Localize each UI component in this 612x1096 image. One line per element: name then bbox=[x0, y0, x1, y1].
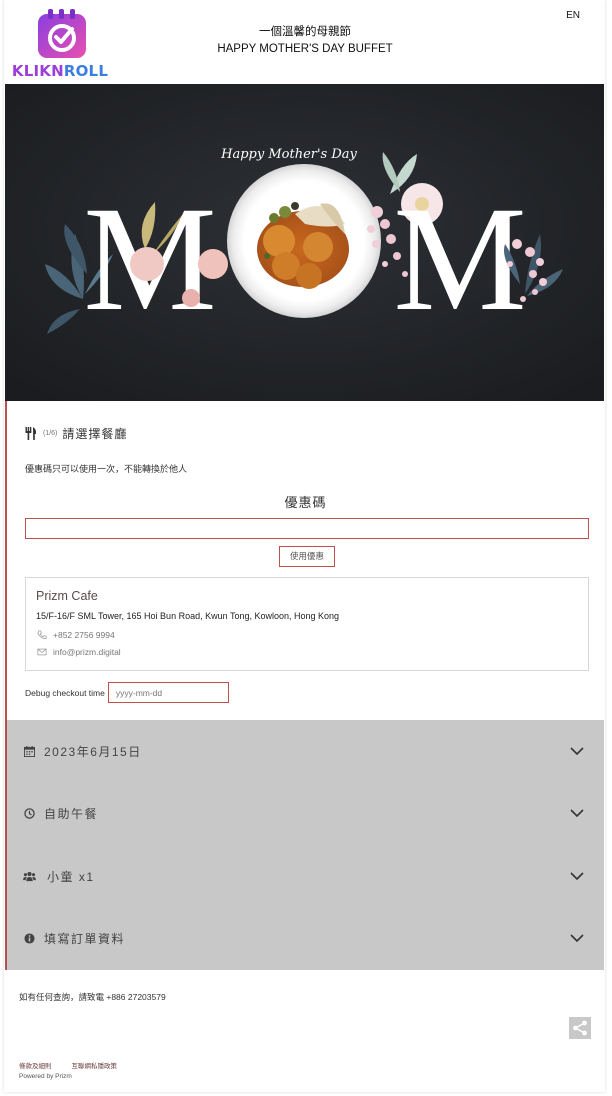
restaurant-name: Prizm Cafe bbox=[36, 589, 98, 603]
logo-wordmark-part1: KLIKN bbox=[11, 62, 64, 80]
pink-rose-decoration-2 bbox=[198, 249, 228, 279]
coupon-title: 優惠碼 bbox=[284, 495, 327, 510]
language-toggle[interactable]: EN bbox=[566, 10, 580, 21]
restaurant-email: info@prizm.digital bbox=[53, 647, 121, 657]
logo-wordmark-part2: ROLL bbox=[63, 62, 109, 80]
chevron-down-icon bbox=[570, 809, 584, 818]
info-icon bbox=[23, 932, 36, 945]
step-title: 請選擇餐廳 bbox=[62, 426, 128, 441]
restaurant-phone: +852 2756 9994 bbox=[53, 630, 115, 640]
clock-icon bbox=[23, 807, 36, 820]
restaurant-selection-panel: (1/6) 請選擇餐廳 優惠碼只可以使用一次，不能轉換於他人 優惠碼 使用優惠 … bbox=[5, 401, 604, 720]
footer-contact-info: 如有任何查詢，請致電 +886 27203579 bbox=[19, 992, 166, 1002]
apply-coupon-button[interactable]: 使用優惠 bbox=[279, 546, 335, 567]
header: KLIKNROLL 一個溫馨的母親節 HAPPY MOTHER'S DAY BU… bbox=[5, 0, 604, 84]
restaurant-email-row: info@prizm.digital bbox=[36, 647, 121, 657]
booking-page: KLIKNROLL 一個溫馨的母親節 HAPPY MOTHER'S DAY BU… bbox=[5, 0, 604, 1090]
restaurant-phone-row: +852 2756 9994 bbox=[36, 630, 115, 640]
restaurant-card[interactable]: Prizm Cafe 15/F-16/F SML Tower, 165 Hoi … bbox=[25, 577, 589, 671]
fork-knife-icon bbox=[25, 426, 37, 440]
calendar-icon bbox=[23, 745, 36, 758]
logo-wordmark: KLIKNROLL bbox=[10, 62, 110, 80]
debug-checkout-row: Debug checkout time bbox=[25, 682, 229, 703]
hero-banner: Happy Mother's Day M bbox=[5, 84, 604, 401]
page-title-en: HAPPY MOTHER'S DAY BUFFET bbox=[217, 43, 393, 55]
hero-script-text: Happy Mother's Day bbox=[220, 147, 357, 162]
accordion-session-label: 自助午餐 bbox=[44, 806, 99, 821]
share-button[interactable] bbox=[569, 1017, 591, 1039]
privacy-policy-link[interactable]: 互聯網私隱政策 bbox=[72, 1060, 118, 1070]
mothers-day-banner-image: Happy Mother's Day M bbox=[5, 84, 604, 401]
step-header: (1/6) 請選擇餐廳 bbox=[25, 425, 127, 441]
accordion-date-label: 2023年6月15日 bbox=[44, 744, 142, 759]
booking-steps-accordion: 2023年6月15日 自助午餐 小童 x1 填寫訂單資料 bbox=[5, 720, 604, 970]
calendar-check-logo-icon bbox=[38, 9, 86, 58]
accordion-guests-label: 小童 x1 bbox=[47, 869, 95, 884]
debug-checkout-label: Debug checkout time bbox=[25, 687, 105, 698]
small-flower-decoration bbox=[182, 289, 200, 307]
envelope-icon bbox=[37, 648, 47, 656]
step-counter: (1/6) bbox=[43, 429, 58, 437]
chevron-down-icon bbox=[570, 934, 584, 943]
page-title: 一個溫馨的母親節 HAPPY MOTHER'S DAY BUFFET bbox=[205, 24, 405, 58]
chevron-down-icon bbox=[570, 872, 584, 881]
page-title-zh: 一個溫馨的母親節 bbox=[259, 26, 351, 38]
pink-rose-decoration bbox=[130, 247, 164, 281]
coupon-note: 優惠碼只可以使用一次，不能轉換於他人 bbox=[25, 464, 188, 474]
footer-links: 條款及細則 互聯網私隱政策 bbox=[19, 1060, 137, 1070]
accordion-order-details-label: 填寫訂單資料 bbox=[44, 931, 126, 946]
accordion-guests[interactable]: 小童 x1 bbox=[7, 845, 604, 907]
accordion-session[interactable]: 自助午餐 bbox=[7, 782, 604, 844]
restaurant-address: 15/F-16/F SML Tower, 165 Hoi Bun Road, K… bbox=[36, 611, 340, 621]
debug-checkout-date-input[interactable] bbox=[107, 682, 229, 703]
share-icon bbox=[573, 1020, 587, 1036]
users-icon bbox=[23, 870, 36, 883]
terms-link[interactable]: 條款及細則 bbox=[19, 1060, 52, 1070]
chevron-down-icon bbox=[570, 747, 584, 756]
food-on-plate bbox=[257, 202, 349, 289]
accordion-order-details[interactable]: 填寫訂單資料 bbox=[7, 907, 604, 969]
kliknroll-logo[interactable]: KLIKNROLL bbox=[10, 5, 110, 80]
powered-by-text: Powered by Prizm bbox=[19, 1073, 72, 1080]
accordion-date[interactable]: 2023年6月15日 bbox=[7, 720, 604, 782]
coupon-code-input[interactable] bbox=[25, 518, 589, 539]
phone-icon bbox=[37, 630, 47, 639]
